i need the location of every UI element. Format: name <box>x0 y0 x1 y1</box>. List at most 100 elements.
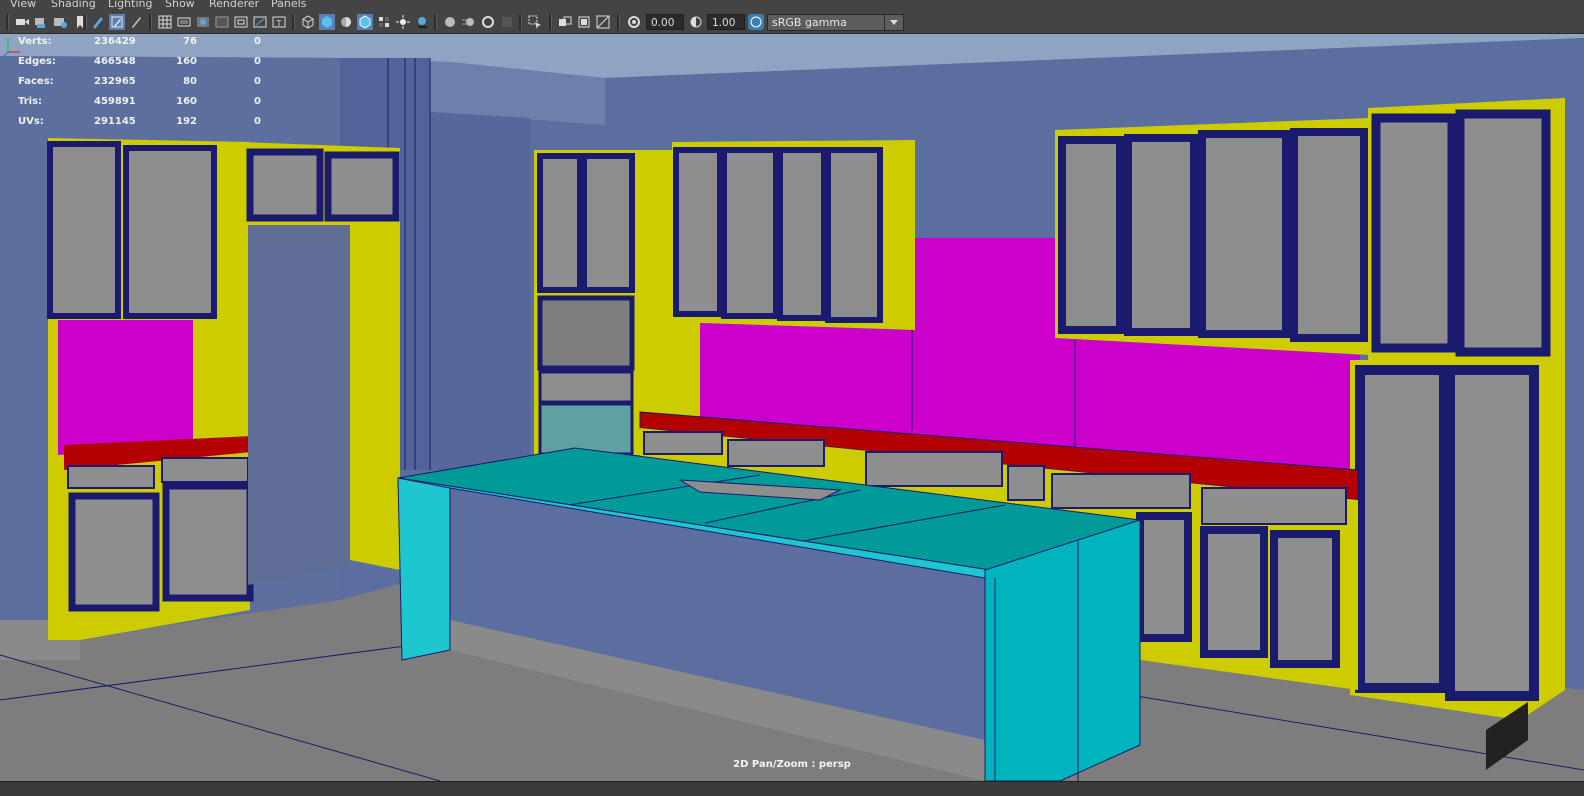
fridge-upper-door <box>246 148 324 222</box>
right-upper-door <box>1198 130 1290 338</box>
xray-joints-icon[interactable] <box>557 14 573 30</box>
right-upper-door <box>1290 128 1368 342</box>
oven-panel <box>538 370 634 404</box>
fridge-upper-door <box>324 151 400 222</box>
pantry-lower-door <box>1445 365 1539 701</box>
base-door <box>1270 530 1340 668</box>
3d-viewport[interactable]: Verts: 236429 76 0 Edges: 466548 160 0 Faces: 232… <box>0 34 1584 781</box>
kitchen-scene <box>0 34 1584 781</box>
toolbar-separator <box>434 14 437 30</box>
hud-row-value: 0 <box>254 96 261 107</box>
toolbar-separator <box>6 14 9 30</box>
hud-row-value: 236429 <box>94 36 136 47</box>
menu-lighting[interactable]: Lighting <box>108 0 152 11</box>
menu-panels[interactable]: Panels <box>271 0 306 11</box>
default-material-icon[interactable] <box>338 14 354 30</box>
menu-show[interactable]: Show <box>165 0 195 11</box>
gamma-icon[interactable] <box>688 14 704 30</box>
base-drawer <box>1201 487 1347 525</box>
camera-icon[interactable] <box>14 14 30 30</box>
toolbar-separator <box>84 14 87 30</box>
toolbar-separator <box>519 14 522 30</box>
smooth-shade-icon[interactable] <box>319 14 335 30</box>
pantry-door <box>430 112 530 470</box>
status-bar <box>0 781 1584 796</box>
hud-row-label: UVs: <box>18 116 44 127</box>
toolbar-separator <box>549 14 552 30</box>
hud-row-value: 80 <box>183 76 197 87</box>
menu-renderer[interactable]: Renderer <box>209 0 259 11</box>
resolution-gate-icon[interactable] <box>195 14 211 30</box>
pantry-lower-door <box>1355 365 1449 693</box>
hud-row-value: 192 <box>176 116 197 127</box>
hud-row-value: 232965 <box>94 76 136 87</box>
multisample-aa-icon[interactable] <box>480 14 496 30</box>
depth-of-field-icon[interactable] <box>499 14 515 30</box>
shadows-icon[interactable] <box>414 14 430 30</box>
left-lower-door <box>68 492 160 612</box>
menu-shading[interactable]: Shading <box>51 0 96 11</box>
microwave <box>537 295 635 371</box>
exposure-icon[interactable] <box>626 14 642 30</box>
island-left-leg <box>397 477 451 661</box>
svg-text:T: T <box>276 19 282 28</box>
hud-row-value: 160 <box>176 96 197 107</box>
image-plane-icon[interactable] <box>52 14 68 30</box>
center-upper-door <box>673 147 723 317</box>
hud-row-value: 0 <box>254 36 261 47</box>
center-upper-door <box>777 147 827 321</box>
pantry-upper-door <box>1455 109 1551 357</box>
use-all-lights-icon[interactable] <box>395 14 411 30</box>
viewport-toolbar: T 0.00 1.00 sRGB gamma <box>0 11 1584 34</box>
gamma-field[interactable]: 1.00 <box>707 14 745 30</box>
gate-mask-icon[interactable] <box>214 14 230 30</box>
hud-row-value: 459891 <box>94 96 136 107</box>
safe-title-icon[interactable]: T <box>271 14 287 30</box>
camera-label: 2D Pan/Zoom : persp <box>733 759 851 770</box>
toolbar-separator <box>292 14 295 30</box>
tower-door <box>537 153 583 293</box>
fridge-opening <box>248 225 350 585</box>
menu-view[interactable]: View <box>10 0 36 11</box>
hud-row-value: 291145 <box>94 116 136 127</box>
hud-row-label: Tris: <box>18 96 43 107</box>
field-chart-icon[interactable] <box>233 14 249 30</box>
right-upper-door <box>1124 134 1198 336</box>
hud-row-value: 0 <box>254 56 261 67</box>
base-drawer <box>865 451 1003 487</box>
left-lower-door <box>162 482 254 602</box>
base-door <box>1200 526 1268 658</box>
color-space-dropdown[interactable]: sRGB gamma <box>767 14 904 31</box>
color-management-icon[interactable] <box>748 14 764 30</box>
viewport-menu-bar: View Shading Lighting Show Renderer Pane… <box>0 0 1584 11</box>
grease-pencil-icon[interactable] <box>109 14 125 30</box>
hud-row-value: 466548 <box>94 56 136 67</box>
base-drawer <box>643 431 723 455</box>
xray-icon[interactable] <box>376 14 392 30</box>
film-gate-icon[interactable] <box>176 14 192 30</box>
wireframe-icon[interactable] <box>300 14 316 30</box>
left-drawer <box>161 457 249 483</box>
screen-space-ao-icon[interactable] <box>442 14 458 30</box>
hud-row-value: 76 <box>183 36 197 47</box>
backface-culling-icon[interactable] <box>595 14 611 30</box>
left-backsplash <box>58 320 193 455</box>
exposure-field[interactable]: 0.00 <box>646 14 684 30</box>
toolbar-separator <box>617 14 620 30</box>
xray-active-icon[interactable] <box>576 14 592 30</box>
color-space-label: sRGB gamma <box>772 16 847 29</box>
chevron-down-icon <box>884 15 903 30</box>
pencil-icon[interactable] <box>90 14 106 30</box>
brush-icon[interactable] <box>128 14 144 30</box>
isolate-select-icon[interactable] <box>527 14 543 30</box>
wireframe-on-shaded-icon[interactable] <box>357 14 373 30</box>
safe-action-icon[interactable] <box>252 14 268 30</box>
motion-blur-icon[interactable] <box>461 14 477 30</box>
camera-attr-icon[interactable] <box>33 14 49 30</box>
grid-icon[interactable] <box>157 14 173 30</box>
left-upper-door <box>47 141 121 319</box>
base-drawer <box>1007 465 1045 501</box>
center-upper-door <box>825 147 883 323</box>
hud-row-value: 160 <box>176 56 197 67</box>
pantry-upper-door <box>1371 113 1457 353</box>
